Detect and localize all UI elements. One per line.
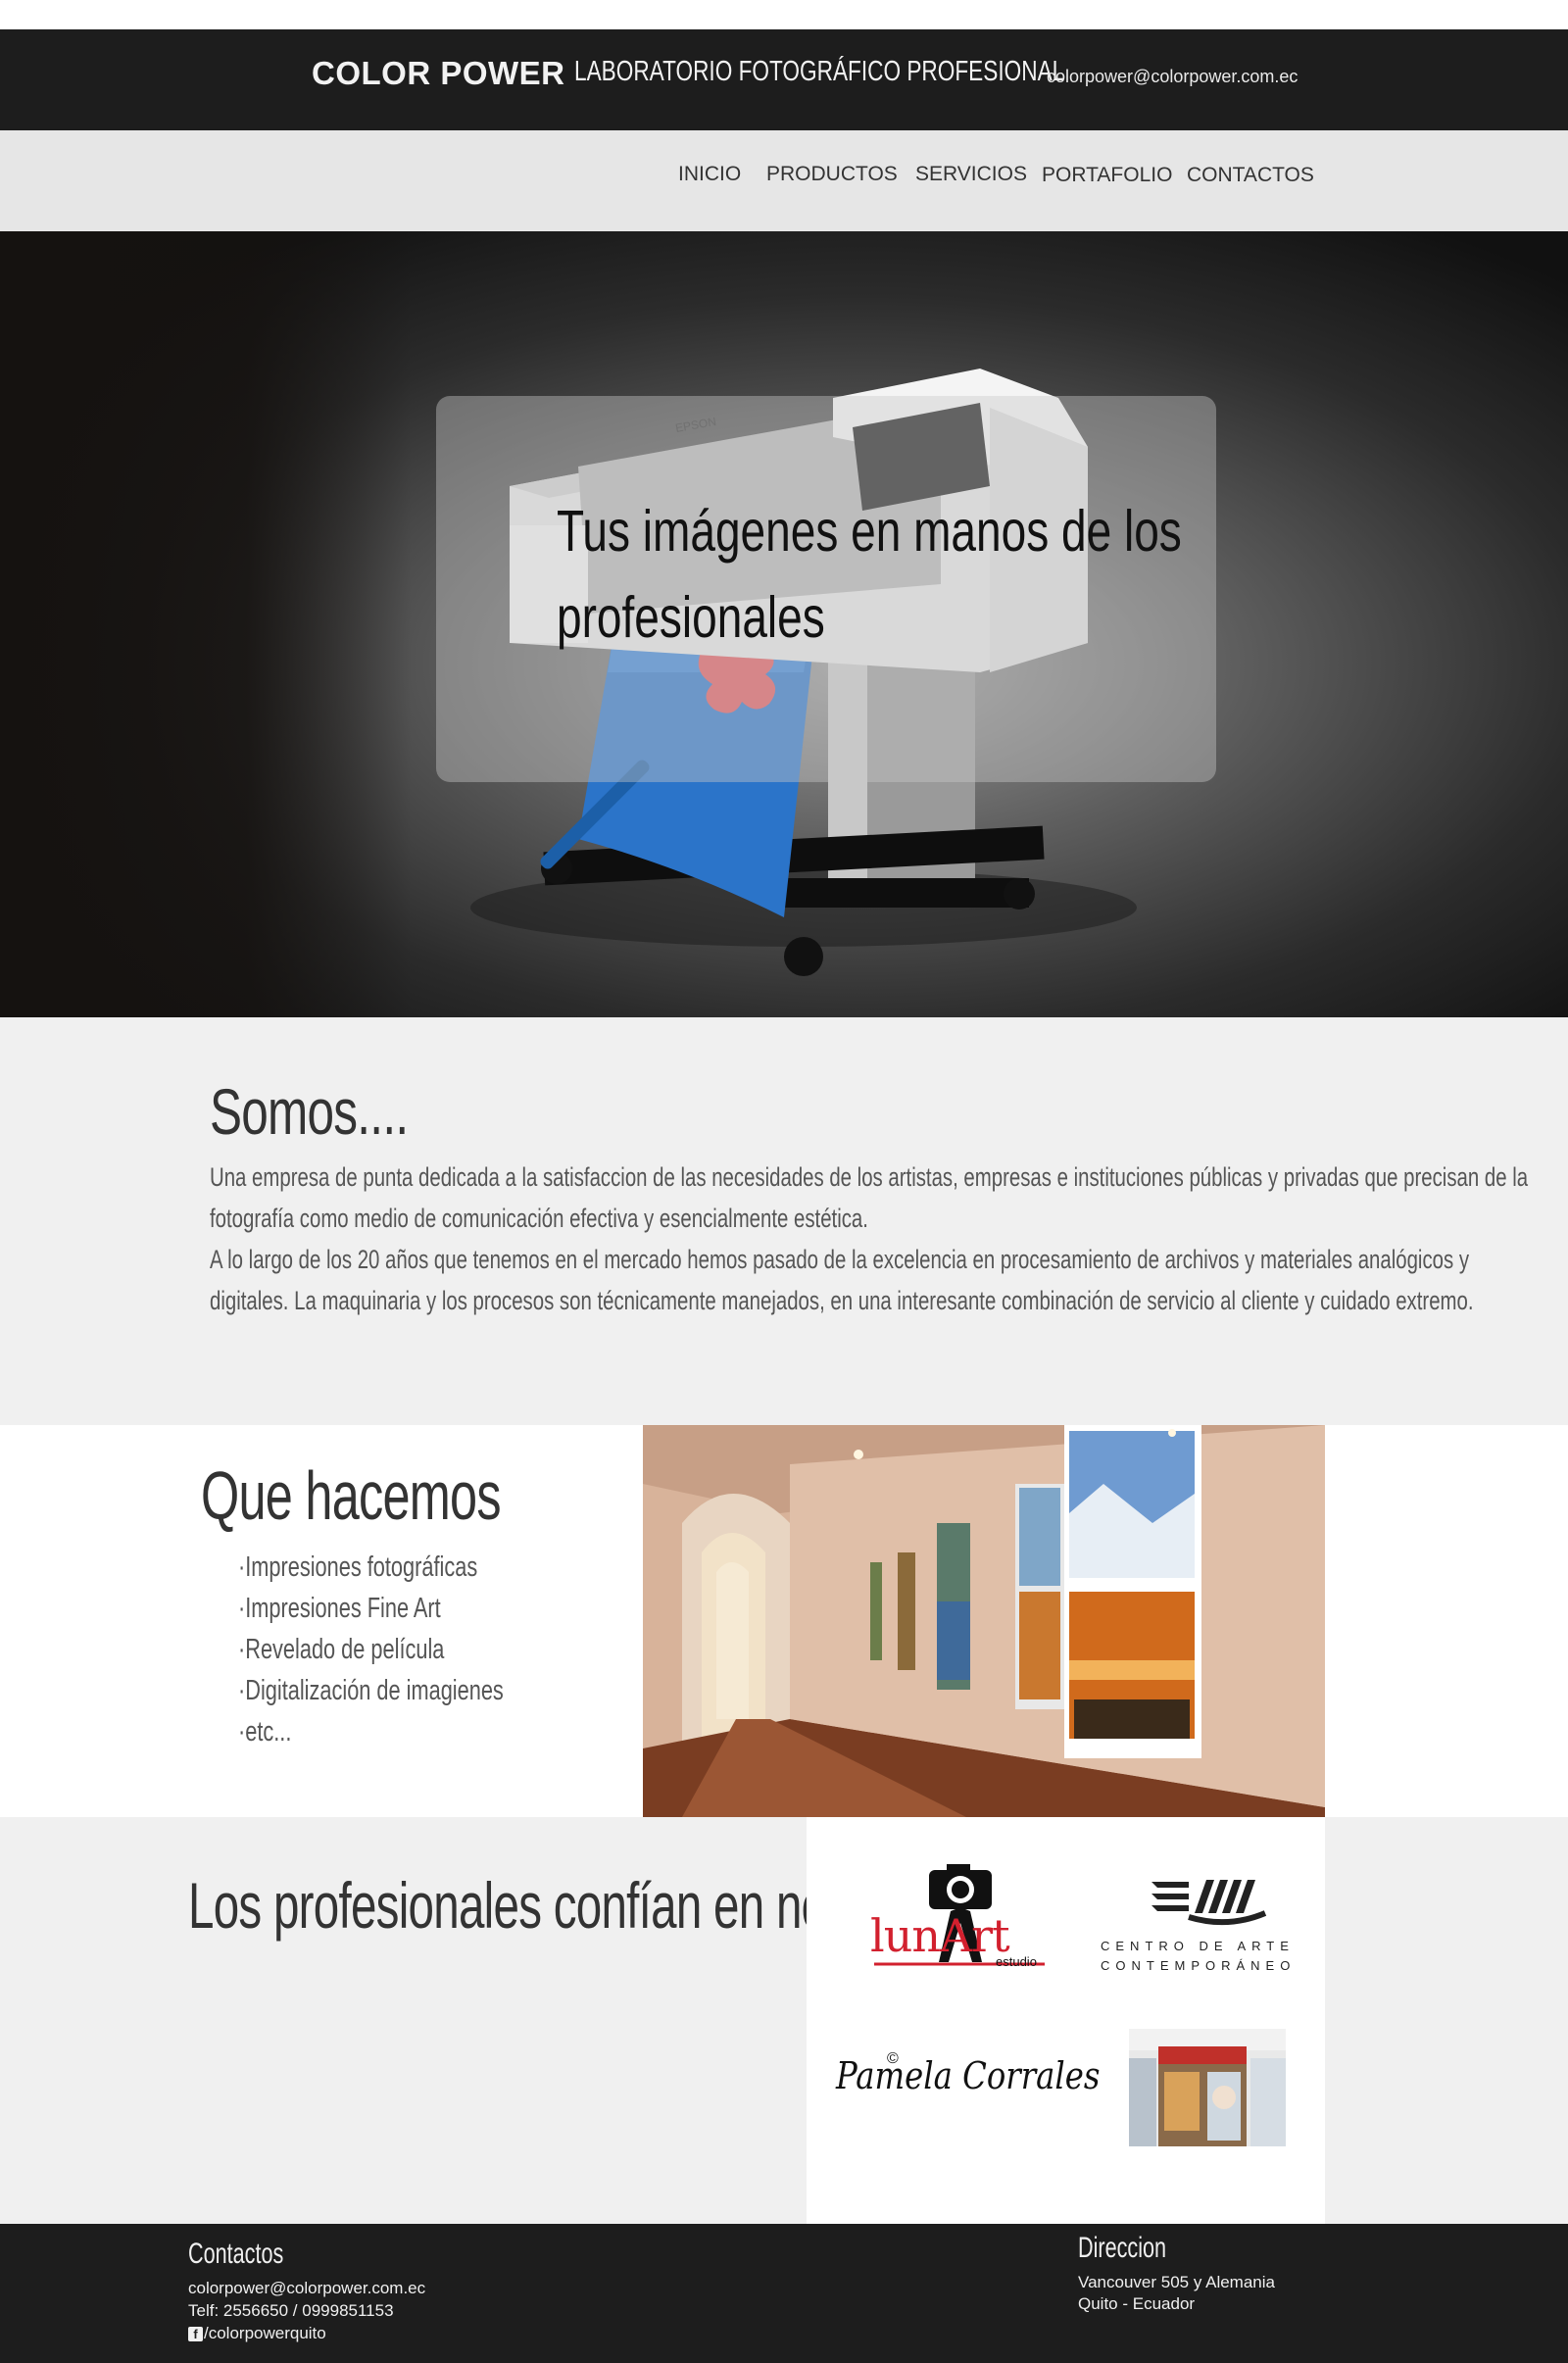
brand-name[interactable]: COLOR POWER — [312, 55, 565, 92]
lunart-subtitle: estudio — [996, 1954, 1037, 1969]
lunart-wordmark: lunArt — [870, 1909, 1010, 1962]
service-item: ·Impresiones fotográficas — [238, 1551, 478, 1583]
centro-arte-line2: CONTEMPORÁNEO — [1101, 1958, 1297, 1973]
nav-item-portafolio[interactable]: PORTAFOLIO — [1042, 164, 1172, 187]
footer-address-title: Direccion — [1078, 2232, 1167, 2264]
hero-headline-line2: profesionales — [557, 585, 825, 650]
services-list: ·Impresiones fotográficas ·Impresiones F… — [238, 1547, 504, 1752]
site-footer: Contactos colorpower@colorpower.com.ec T… — [0, 2224, 1568, 2363]
facebook-icon: f — [188, 2326, 203, 2341]
footer-facebook-handle: /colorpowerquito — [204, 2324, 326, 2342]
about-line-4: digitales. La maquinaria y los procesos … — [210, 1286, 1474, 1315]
service-item: ·Revelado de película — [238, 1634, 445, 1665]
footer-address-line1: Vancouver 505 y Alemania — [1078, 2273, 1275, 2291]
about-line-1: Una empresa de punta dedicada a la satis… — [210, 1162, 1529, 1192]
logo-shop-photo[interactable] — [1129, 2029, 1286, 2146]
logo-lunart[interactable]: lunArt estudio — [870, 1862, 1056, 1980]
gallery-photo-art — [643, 1425, 1325, 1817]
hero-banner: EPSON Tus imágenes en manos de los profe… — [0, 231, 1568, 1017]
about-text: Una empresa de punta dedicada a la satis… — [210, 1157, 1529, 1321]
pamela-signature: Pamela Corrales — [836, 2054, 1101, 2097]
client-logos-panel: lunArt estudio CENTRO DE ARTE CONTEMPORÁ… — [807, 1817, 1325, 2224]
logo-pamela-corrales[interactable]: Pamela Corrales © — [836, 2044, 1100, 2123]
hero-headline: Tus imágenes en manos de los profesional… — [557, 488, 1182, 661]
about-section: Somos.... Una empresa de punta dedicada … — [0, 1017, 1568, 1425]
copyright-icon: © — [887, 2050, 899, 2067]
service-item: ·etc... — [238, 1716, 292, 1748]
service-item: ·Digitalización de imagienes — [238, 1675, 504, 1706]
footer-email-link[interactable]: colorpower@colorpower.com.ec — [188, 2279, 425, 2298]
nav-item-contactos[interactable]: CONTACTOS — [1187, 164, 1314, 187]
clients-section: Los profesionales confían en nosotros lu… — [0, 1817, 1568, 2224]
footer-facebook-link[interactable]: f /colorpowerquito — [188, 2324, 326, 2343]
nav-item-inicio[interactable]: INICIO — [678, 163, 741, 186]
footer-address-line2: Quito - Ecuador — [1078, 2294, 1196, 2313]
about-title: Somos.... — [210, 1075, 409, 1148]
main-navigation: INICIO PRODUCTOS SERVICIOS PORTAFOLIO CO… — [0, 130, 1568, 231]
logo-centro-arte[interactable]: CENTRO DE ARTE CONTEMPORÁNEO — [1101, 1874, 1316, 1982]
services-title: Que hacemos — [201, 1457, 502, 1534]
service-item: ·Impresiones Fine Art — [238, 1593, 441, 1624]
hero-headline-line1: Tus imágenes en manos de los — [557, 499, 1182, 564]
centro-arte-mark-icon — [1152, 1880, 1267, 1926]
footer-contact-title: Contactos — [188, 2238, 284, 2270]
about-line-3: A lo largo de los 20 años que tenemos en… — [210, 1245, 1470, 1274]
shop-photo-art — [1129, 2029, 1286, 2146]
nav-item-productos[interactable]: PRODUCTOS — [766, 163, 898, 186]
header-email-link[interactable]: colorpower@colorpower.com.ec — [1047, 67, 1298, 87]
nav-item-servicios[interactable]: SERVICIOS — [915, 163, 1027, 186]
gallery-hallway-photo — [643, 1425, 1325, 1817]
top-header-bar: COLOR POWER LABORATORIO FOTOGRÁFICO PROF… — [0, 29, 1568, 130]
about-line-2: fotografía como medio de comunicación ef… — [210, 1204, 868, 1233]
centro-arte-line1: CENTRO DE ARTE — [1101, 1939, 1295, 1953]
services-section: Que hacemos ·Impresiones fotográficas ·I… — [0, 1425, 1568, 1817]
footer-phone: Telf: 2556650 / 0999851153 — [188, 2301, 394, 2320]
brand-tagline: LABORATORIO FOTOGRÁFICO PROFESIONAL — [574, 56, 1065, 87]
